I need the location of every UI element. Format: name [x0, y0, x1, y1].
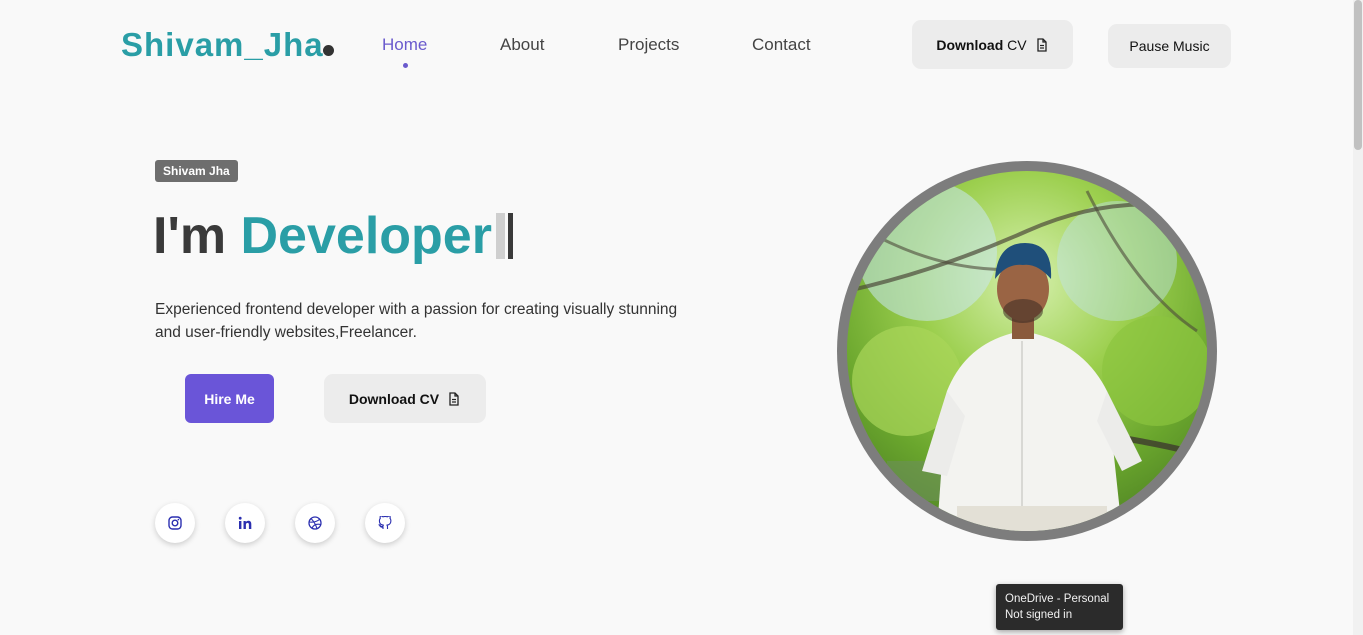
onedrive-tooltip: OneDrive - Personal Not signed in: [996, 584, 1123, 630]
header-download-cv-button[interactable]: Download CV: [912, 20, 1073, 69]
typing-cursor-ghost: [495, 213, 505, 259]
tooltip-line-1: OneDrive - Personal: [1005, 593, 1110, 605]
profile-photo: [847, 171, 1207, 531]
header-download-cv-label: Download CV: [936, 36, 1027, 53]
profile-photo-frame: [837, 161, 1217, 541]
linkedin-icon: [238, 516, 251, 529]
instagram-icon: [168, 516, 182, 530]
document-icon: [1036, 37, 1047, 52]
nav-active-indicator: [403, 63, 408, 68]
nav-home[interactable]: Home: [382, 35, 427, 55]
linkedin-button[interactable]: [225, 503, 265, 543]
nav-projects[interactable]: Projects: [618, 35, 679, 55]
name-tag: Shivam Jha: [155, 160, 238, 182]
scrollbar-thumb[interactable]: [1354, 0, 1362, 150]
pause-music-button[interactable]: Pause Music: [1108, 24, 1231, 68]
hero-headline: I'm Developer: [153, 206, 513, 266]
hero-description: Experienced frontend developer with a pa…: [155, 301, 678, 341]
document-icon: [449, 391, 459, 406]
instagram-button[interactable]: [155, 503, 195, 543]
headline-role: Developer: [240, 207, 492, 265]
tooltip-line-2: Not signed in: [1005, 609, 1073, 621]
github-icon: [378, 516, 392, 529]
logo-dot: [323, 45, 334, 56]
profile-photo-illustration: [847, 181, 1207, 531]
site-logo[interactable]: Shivam_Jha: [121, 26, 324, 64]
hero-download-cv-button[interactable]: Download CV: [324, 374, 486, 423]
headline-prefix: I'm: [153, 207, 241, 265]
hero-download-cv-label: Download CV: [348, 390, 440, 407]
nav-about[interactable]: About: [500, 35, 544, 55]
hire-me-button[interactable]: Hire Me: [185, 374, 274, 423]
scrollbar-track[interactable]: [1353, 0, 1363, 635]
typing-cursor: [507, 213, 513, 259]
dribbble-icon: [308, 516, 322, 530]
dribbble-button[interactable]: [295, 503, 335, 543]
nav-contact[interactable]: Contact: [752, 35, 811, 55]
github-button[interactable]: [365, 503, 405, 543]
